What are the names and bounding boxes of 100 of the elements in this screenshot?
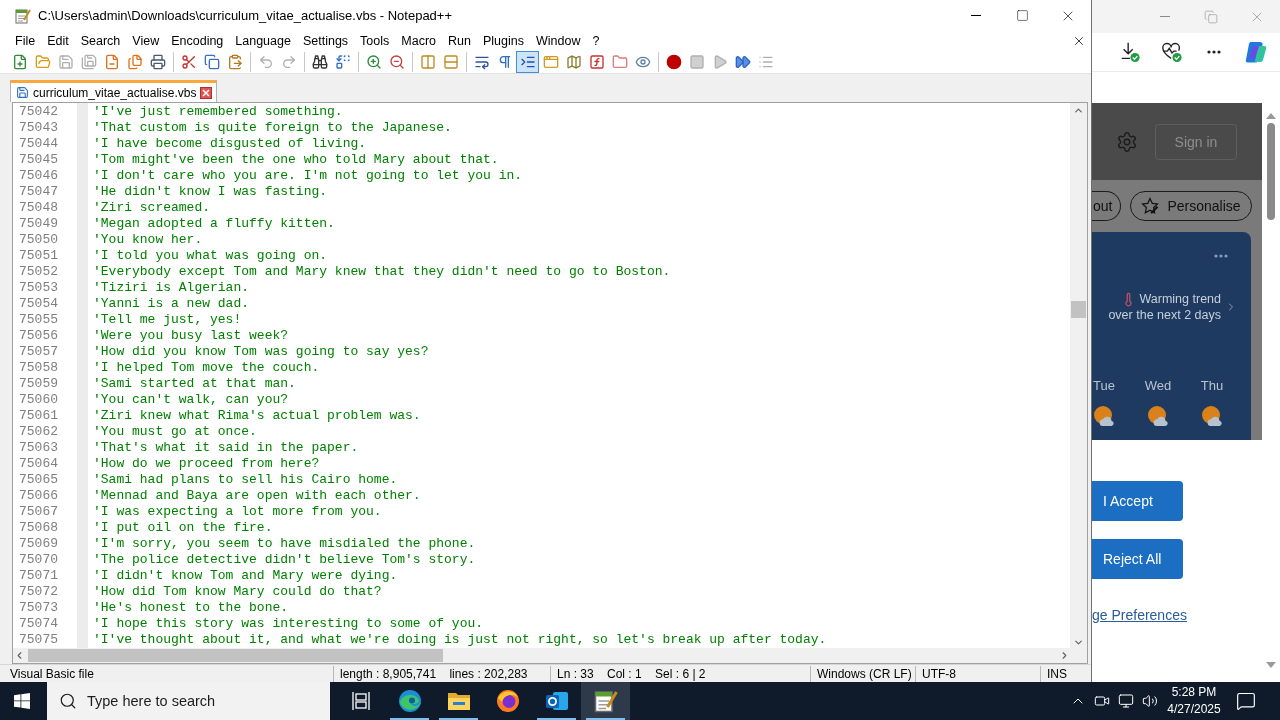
stop-icon <box>688 53 705 70</box>
line-number: 75068 <box>18 520 59 536</box>
columns-icon <box>419 53 436 70</box>
line-number: 75066 <box>18 488 59 504</box>
line-number: 75063 <box>18 440 59 456</box>
vertical-scrollbar[interactable] <box>1070 103 1087 648</box>
fast-forward-icon <box>734 53 751 70</box>
file-plus-icon <box>11 53 28 70</box>
line-number: 75047 <box>18 184 59 200</box>
code-line: 'I've just remembered something. <box>93 104 343 120</box>
settings-icon <box>1116 130 1138 153</box>
line-number: 75059 <box>18 376 59 392</box>
line-number: 75055 <box>18 312 59 328</box>
code-line: 'How did you know Tom was going to say yes? <box>93 344 429 360</box>
scrollbar-thumb[interactable] <box>1267 123 1275 220</box>
menu-item[interactable]: Language <box>229 31 297 50</box>
menu-item[interactable]: Run <box>442 31 477 50</box>
line-number: 75071 <box>18 568 59 584</box>
copy-icon <box>203 53 220 70</box>
menu-item[interactable]: Window <box>529 31 587 50</box>
code-line: 'Megan adopted a fluffy kitten. <box>93 216 335 232</box>
folder-icon <box>611 53 628 70</box>
code-line: 'Tiziri is Algerian. <box>93 280 250 296</box>
redo-icon <box>280 53 297 70</box>
line-number: 75046 <box>18 168 59 184</box>
scrollbar-thumb[interactable] <box>1071 301 1086 318</box>
close-icon[interactable] <box>200 86 213 99</box>
menu-item[interactable]: Edit <box>41 31 75 50</box>
line-number: 75067 <box>18 504 59 520</box>
scrollbar-thumb[interactable] <box>28 649 443 662</box>
clipboard-icon <box>226 53 243 70</box>
map-icon <box>565 53 582 70</box>
monitor-icon <box>1118 693 1134 709</box>
status-text: UTF-8 <box>915 665 1040 682</box>
folder-icon <box>34 53 51 70</box>
status-text: Visual Basic file <box>9 665 95 682</box>
line-number: 75052 <box>18 264 59 280</box>
menu-item[interactable]: View <box>126 31 166 50</box>
files-icon <box>126 53 143 70</box>
menu-item[interactable]: Tools <box>354 31 396 50</box>
code-line: 'Sami had plans to sell his Cairo home. <box>93 472 398 488</box>
triangle-down-icon[interactable] <box>1266 662 1276 668</box>
line-number: 75051 <box>18 248 59 264</box>
menu-item[interactable]: Encoding <box>165 31 230 50</box>
search-field[interactable]: Type here to search <box>47 682 330 720</box>
zoom-out-icon <box>388 53 405 70</box>
file-tab[interactable]: curriculum_vitae_actualise.vbs <box>10 80 218 102</box>
code-line: 'Ziri screamed. <box>93 200 211 216</box>
line-number: 75073 <box>18 600 59 616</box>
line-number: 75072 <box>18 584 59 600</box>
clock-date: 4/27/2025 <box>1167 701 1221 718</box>
sun-cloud-icon <box>1200 404 1224 428</box>
code-line: 'Yanni is a new dad. <box>93 296 250 312</box>
line-number: 75043 <box>18 120 59 136</box>
code-line: 'I've thought about it, and what we're doing is just not right, so let's break up after today. <box>93 632 827 648</box>
triangle-up-icon[interactable] <box>1266 113 1276 119</box>
menu-item[interactable]: ? <box>586 31 606 50</box>
maximize-icon <box>1015 9 1029 22</box>
ribbon-logo-icon <box>1244 40 1268 64</box>
line-number: 75049 <box>18 216 59 232</box>
menu-item[interactable]: Search <box>74 31 127 50</box>
code-line: 'I put oil on the fire. <box>93 520 273 536</box>
line-number: 75048 <box>18 200 59 216</box>
preferences-link[interactable]: ge Preferences <box>1092 607 1187 623</box>
clock[interactable]: 5:28 PM 4/27/2025 <box>1166 682 1222 720</box>
status-text: length : 8,905,741 lines : 202,283 <box>333 665 550 682</box>
minimize-icon <box>971 15 981 16</box>
menu-item[interactable]: File <box>9 31 42 50</box>
line-number: 75065 <box>18 472 59 488</box>
menu-item[interactable]: Plugins <box>476 31 530 50</box>
consent-button[interactable]: I Accept <box>1092 481 1183 521</box>
code-line: 'He's honest to the bone. <box>93 600 289 616</box>
rows-icon <box>442 53 459 70</box>
tile-logo-icon <box>544 689 569 713</box>
chip-button[interactable]: Personalise <box>1130 191 1252 221</box>
text-editor[interactable] <box>12 102 1088 664</box>
heart-pulse-icon <box>1161 41 1183 63</box>
camera-icon <box>1094 693 1110 709</box>
weather-detail: over the next 2 days <box>1108 307 1221 323</box>
floppy-disks-icon <box>80 53 97 70</box>
consent-button[interactable]: Reject All <box>1092 539 1183 579</box>
ring-logo-icon <box>495 689 520 713</box>
record-icon <box>665 53 682 70</box>
line-number: 75064 <box>18 456 59 472</box>
chip-button[interactable]: out <box>1092 191 1122 221</box>
menu-item[interactable]: Macro <box>395 31 443 50</box>
notepad-icon <box>15 7 31 24</box>
more-icon <box>1207 50 1221 54</box>
line-number: 75057 <box>18 344 59 360</box>
code-line: 'I told you what was going on. <box>93 248 328 264</box>
toolbar-button[interactable] <box>516 50 539 73</box>
chevron-down-icon <box>1073 637 1084 648</box>
zoom-in-icon <box>365 53 382 70</box>
menu-item[interactable]: Settings <box>296 31 355 50</box>
line-number: 75053 <box>18 280 59 296</box>
search-icon <box>59 692 77 710</box>
day-label: Tue <box>1093 378 1115 394</box>
taskbar-app[interactable] <box>581 682 630 720</box>
sun-cloud-icon <box>1146 404 1170 428</box>
code-line: 'Were you busy last week? <box>93 328 289 344</box>
